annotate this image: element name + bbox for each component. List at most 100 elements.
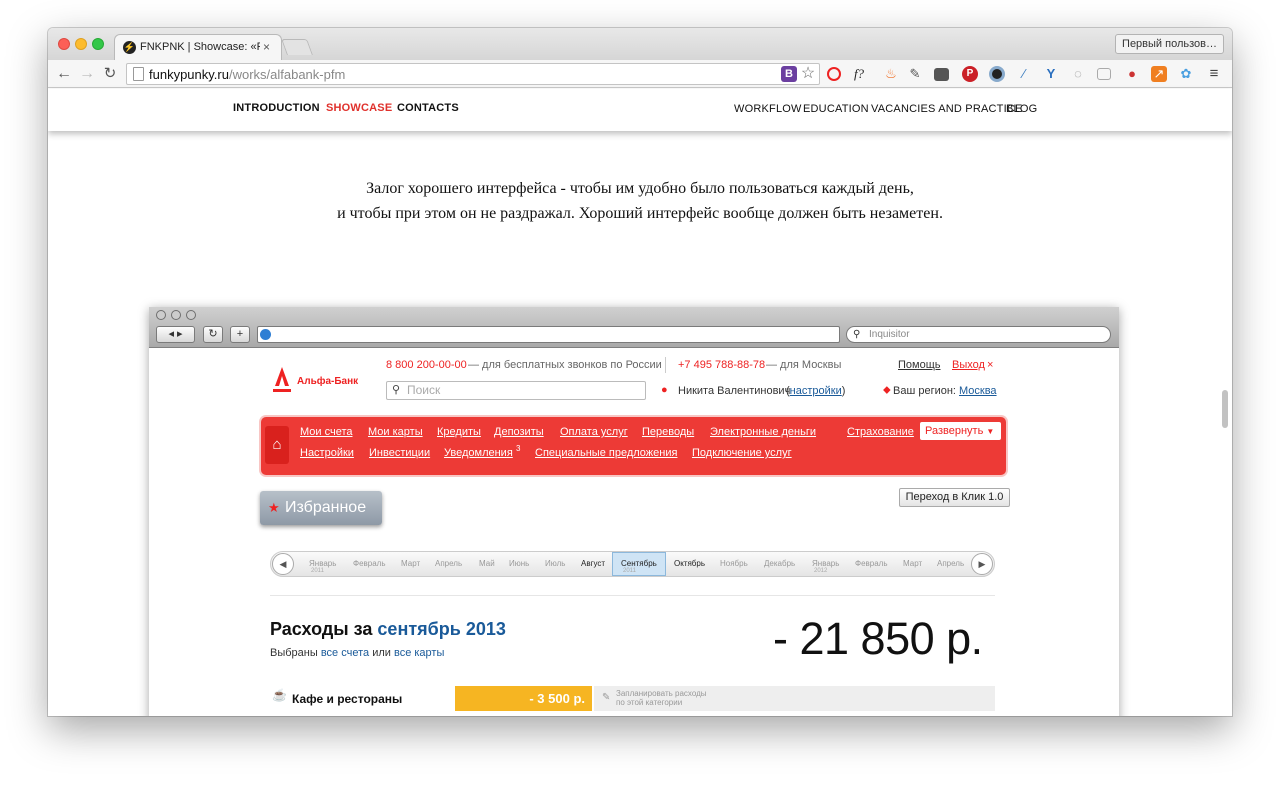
month-item[interactable]: Ноябрь [720, 559, 748, 568]
home-icon[interactable]: ⌂ [265, 426, 289, 464]
nav-introduction[interactable]: INTRODUCTION [233, 102, 320, 114]
menu-investments[interactable]: Инвестиции [369, 447, 430, 459]
bank-search-input[interactable]: ⚲ Поиск [386, 381, 646, 400]
category-amount-bar[interactable]: - 3 500 р. [455, 686, 592, 711]
region-label: Ваш регион: [893, 385, 956, 397]
nav-vacancies[interactable]: VACANCIES AND PRACTICE [871, 103, 1023, 115]
month-item[interactable]: Март [903, 559, 922, 568]
notifications-count-badge: 3 [516, 444, 521, 453]
bank-name: Альфа-Банк [297, 376, 359, 387]
camera-extension-icon[interactable] [989, 66, 1005, 82]
nav-showcase[interactable]: SHOWCASE [326, 102, 392, 114]
month-timeline: ◀ Январь 2011 Февраль Март Апрель Май Ию… [270, 551, 995, 577]
location-pin-icon: ⬥ [883, 384, 891, 396]
evernote-icon[interactable]: ✎ [907, 66, 923, 82]
menu-credits[interactable]: Кредиты [437, 426, 481, 438]
y-extension-icon[interactable]: Y [1043, 66, 1059, 82]
flower-extension-icon[interactable]: ✿ [1178, 66, 1194, 82]
bank-screenshot-mockup: ◂ ▸ ↻ + ⚲ Inquisitor Альфа-Банк 8 800 20… [149, 307, 1119, 716]
menu-settings[interactable]: Настройки [300, 447, 354, 459]
pocket-icon[interactable] [934, 68, 949, 81]
menu-connect-services[interactable]: Подключение услуг [692, 447, 792, 459]
timeline-prev-icon[interactable]: ◀ [272, 553, 294, 575]
menu-transfers[interactable]: Переводы [642, 426, 694, 438]
pinterest-icon[interactable]: P [962, 66, 978, 82]
expand-menu-button[interactable]: Развернуть ▼ [920, 422, 1001, 440]
month-item-selected[interactable]: Сентябрь [621, 559, 657, 568]
profile-button[interactable]: Первый пользов… [1115, 34, 1224, 54]
expenses-filter: Выбраны все счета или все карты [270, 647, 445, 659]
opera-icon[interactable] [827, 67, 841, 81]
favorites-button[interactable]: ★ Избранное [260, 491, 382, 525]
forward-arrow-icon[interactable]: → [77, 64, 97, 84]
logout-link[interactable]: Выход [952, 359, 985, 371]
month-item[interactable]: Январь [812, 559, 839, 568]
nav-education[interactable]: EDUCATION [803, 103, 869, 115]
expenses-period[interactable]: сентябрь 2013 [377, 619, 505, 639]
year-label: 2011 [623, 568, 636, 574]
region-link[interactable]: Москва [959, 385, 997, 397]
eyedropper-icon[interactable]: ⁄ [1016, 66, 1032, 82]
month-item[interactable]: Февраль [855, 559, 888, 568]
menu-special-offers[interactable]: Специальные предложения [535, 447, 677, 459]
all-cards-link[interactable]: все карты [394, 647, 444, 659]
browser-window: ⚡ FNKPNK | Showcase: «Рас × Первый польз… [48, 28, 1232, 716]
month-item[interactable]: Май [479, 559, 495, 568]
f-extension-icon[interactable]: f? [851, 66, 867, 82]
menu-payments[interactable]: Оплата услуг [560, 426, 628, 438]
mock-reload-icon: ↻ [203, 326, 223, 343]
nav-workflow[interactable]: WORKFLOW [734, 103, 802, 115]
settings-link[interactable]: настройки [790, 385, 842, 397]
menu-icon[interactable]: ≡ [1206, 66, 1222, 82]
menu-cards[interactable]: Мои карты [368, 426, 423, 438]
month-item[interactable]: Февраль [353, 559, 386, 568]
month-item[interactable]: Июнь [509, 559, 529, 568]
address-bar[interactable]: funkypunky.ru/works/alfabank-pfm [126, 63, 820, 85]
mock-globe-icon [260, 329, 271, 340]
plan-expenses-field[interactable]: ✎ Запланировать расходы по этой категори… [594, 686, 995, 711]
menu-emoney[interactable]: Электронные деньги [710, 426, 816, 438]
month-item[interactable]: Январь [309, 559, 336, 568]
bookmark-star-icon[interactable]: ☆ [800, 66, 816, 82]
month-item[interactable]: Август [581, 559, 605, 568]
minimize-window-button[interactable] [75, 38, 87, 50]
close-window-button[interactable] [58, 38, 70, 50]
settings-paren: (настройки) [786, 385, 846, 397]
month-item[interactable]: Апрель [435, 559, 462, 568]
back-arrow-icon[interactable]: ← [54, 64, 74, 84]
month-item[interactable]: Октябрь [674, 559, 705, 568]
nav-contacts[interactable]: CONTACTS [397, 102, 459, 114]
nav-blog[interactable]: BLOG [1006, 103, 1037, 115]
maximize-window-button[interactable] [92, 38, 104, 50]
phone-moscow-note: — для Москвы [766, 359, 842, 371]
pencil-icon: ✎ [602, 692, 611, 703]
all-accounts-link[interactable]: все счета [321, 647, 369, 659]
browser-tab[interactable]: ⚡ FNKPNK | Showcase: «Рас × [114, 34, 282, 61]
sync-extension-icon[interactable]: ◌ [1070, 66, 1086, 82]
tab-close-icon[interactable]: × [263, 40, 270, 54]
month-item[interactable]: Декабрь [764, 559, 795, 568]
menu-notifications[interactable]: Уведомления [444, 447, 513, 459]
menu-deposits[interactable]: Депозиты [494, 426, 544, 438]
month-item[interactable]: Март [401, 559, 420, 568]
page-scrollbar[interactable] [1222, 390, 1228, 428]
logout-x-icon[interactable]: × [987, 359, 993, 371]
chevron-down-icon: ▼ [986, 427, 995, 436]
url-text: funkypunky.ru/works/alfabank-pfm [149, 67, 346, 82]
klik-switch-button[interactable]: Переход в Клик 1.0 [899, 488, 1010, 507]
month-item[interactable]: Апрель [937, 559, 964, 568]
menu-insurance[interactable]: Страхование [847, 426, 914, 438]
b-extension-icon[interactable]: B [781, 66, 797, 82]
mail-counter-icon[interactable]: ● [1124, 66, 1140, 82]
timeline-next-icon[interactable]: ▶ [971, 553, 993, 575]
month-item[interactable]: Июль [545, 559, 565, 568]
reload-icon[interactable]: ↻ [100, 64, 120, 84]
new-tab-button[interactable] [281, 39, 313, 55]
chart-extension-icon[interactable]: ↗ [1151, 66, 1167, 82]
help-link[interactable]: Помощь [898, 359, 941, 371]
cup-icon: ☕ [272, 688, 287, 702]
reader-icon[interactable] [1097, 68, 1111, 80]
category-name: Кафе и рестораны [292, 692, 403, 706]
menu-accounts[interactable]: Мои счета [300, 426, 353, 438]
fire-extension-icon[interactable]: ♨ [883, 66, 899, 82]
